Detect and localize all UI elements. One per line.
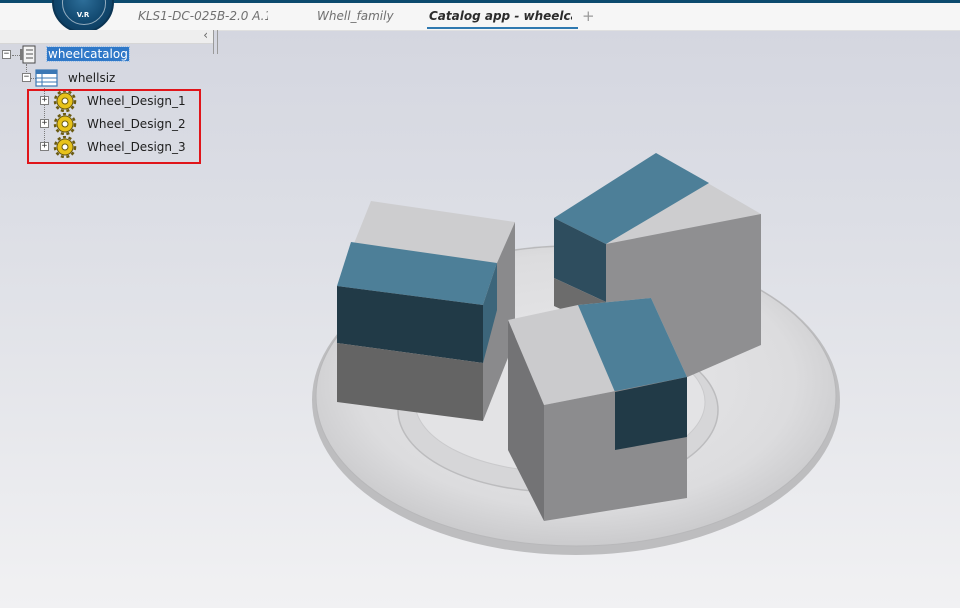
active-tab-indicator [427, 27, 578, 29]
tree-node-whellsiz[interactable]: whellsiz [68, 71, 115, 85]
chapter-table-icon [35, 69, 58, 87]
catalog-document-icon [20, 45, 36, 64]
cube-model-back[interactable] [554, 153, 761, 382]
annotation-highlight-box [27, 89, 201, 164]
panel-splitter[interactable] [213, 30, 218, 54]
add-tab-button[interactable]: + [582, 7, 595, 25]
tree-node-wheelcatalog[interactable]: wheelcatalog [46, 46, 130, 62]
logo-text: V.R [76, 11, 90, 19]
tab-catalog-app[interactable]: Catalog app - wheelcatalog [429, 9, 572, 29]
document-tab-bar: V.R KLS1-DC-025B-2.0 A.1 Whell_family Ca… [0, 0, 960, 33]
tab-whell-family[interactable]: Whell_family [317, 9, 407, 29]
plate-model[interactable] [312, 245, 840, 555]
tree-collapse-bar[interactable]: ‹ [0, 28, 213, 44]
cube-model-front[interactable] [508, 298, 687, 521]
tab-kls1-document[interactable]: KLS1-DC-025B-2.0 A.1 [138, 9, 268, 29]
collapse-panel-icon[interactable]: ‹ [203, 28, 208, 42]
cube-model-left[interactable] [337, 201, 515, 421]
chapter-collapse-toggle[interactable]: − [22, 73, 31, 82]
root-collapse-toggle[interactable]: − [2, 50, 11, 59]
app-logo: V.R [52, 0, 114, 33]
